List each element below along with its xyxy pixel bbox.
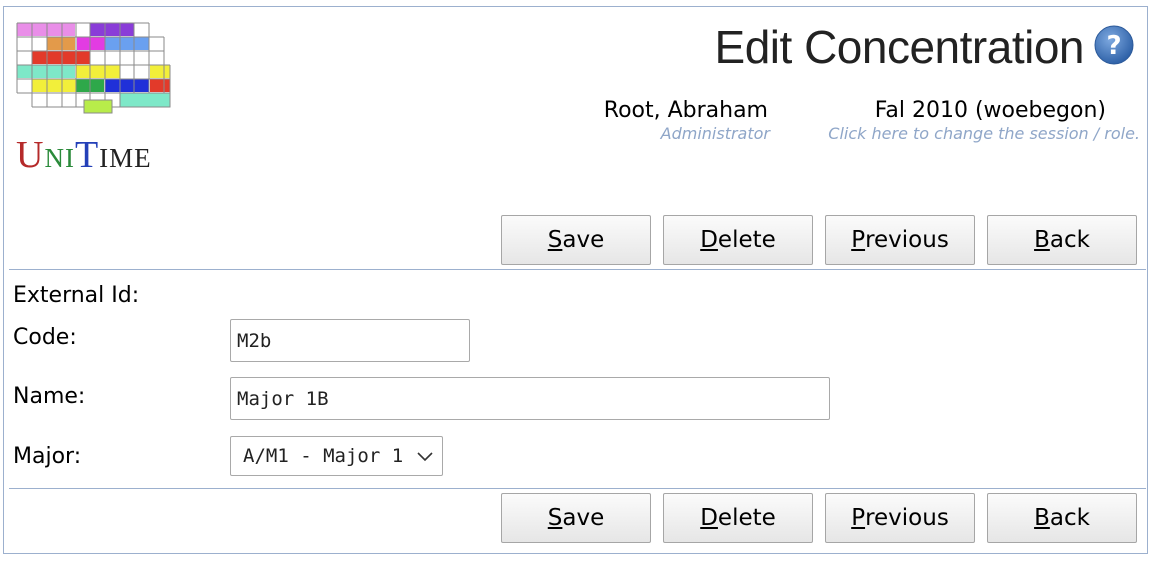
- save-button[interactable]: Save: [501, 215, 651, 265]
- chevron-down-icon: [417, 452, 433, 462]
- help-icon[interactable]: ?: [1093, 24, 1135, 66]
- name-input[interactable]: Major 1B: [230, 377, 830, 420]
- session-name[interactable]: Fal 2010 (woebegon): [800, 98, 1106, 123]
- svg-text:?: ?: [1106, 31, 1121, 61]
- code-value: M2b: [237, 329, 272, 352]
- session-change-link[interactable]: Click here to change the session / role.: [760, 124, 1140, 143]
- delete-button[interactable]: Delete: [663, 215, 813, 265]
- delete-button-bottom[interactable]: Delete: [663, 493, 813, 543]
- page-title: Edit Concentration: [714, 21, 1085, 73]
- logo-wordmark: UNITIME: [16, 134, 152, 176]
- page-frame: [3, 6, 1148, 554]
- major-label: Major:: [13, 444, 82, 469]
- name-value: Major 1B: [237, 387, 329, 410]
- major-selected-value: A/M1 - Major 1: [243, 445, 404, 467]
- user-role[interactable]: Administrator: [570, 124, 770, 143]
- code-label: Code:: [13, 325, 77, 350]
- major-select[interactable]: A/M1 - Major 1: [230, 436, 443, 476]
- back-button[interactable]: Back: [987, 215, 1137, 265]
- save-button-bottom[interactable]: Save: [501, 493, 651, 543]
- unitime-logo[interactable]: UNITIME: [14, 20, 174, 180]
- user-name[interactable]: Root, Abraham: [570, 98, 768, 123]
- name-label: Name:: [13, 384, 86, 409]
- back-button-bottom[interactable]: Back: [987, 493, 1137, 543]
- previous-button-bottom[interactable]: Previous: [825, 493, 975, 543]
- code-input[interactable]: M2b: [230, 319, 470, 362]
- previous-button[interactable]: Previous: [825, 215, 975, 265]
- logo-grid-icon: [14, 20, 174, 116]
- footer-divider: [9, 488, 1146, 489]
- header-divider: [9, 269, 1146, 270]
- external-id-label: External Id:: [13, 283, 140, 308]
